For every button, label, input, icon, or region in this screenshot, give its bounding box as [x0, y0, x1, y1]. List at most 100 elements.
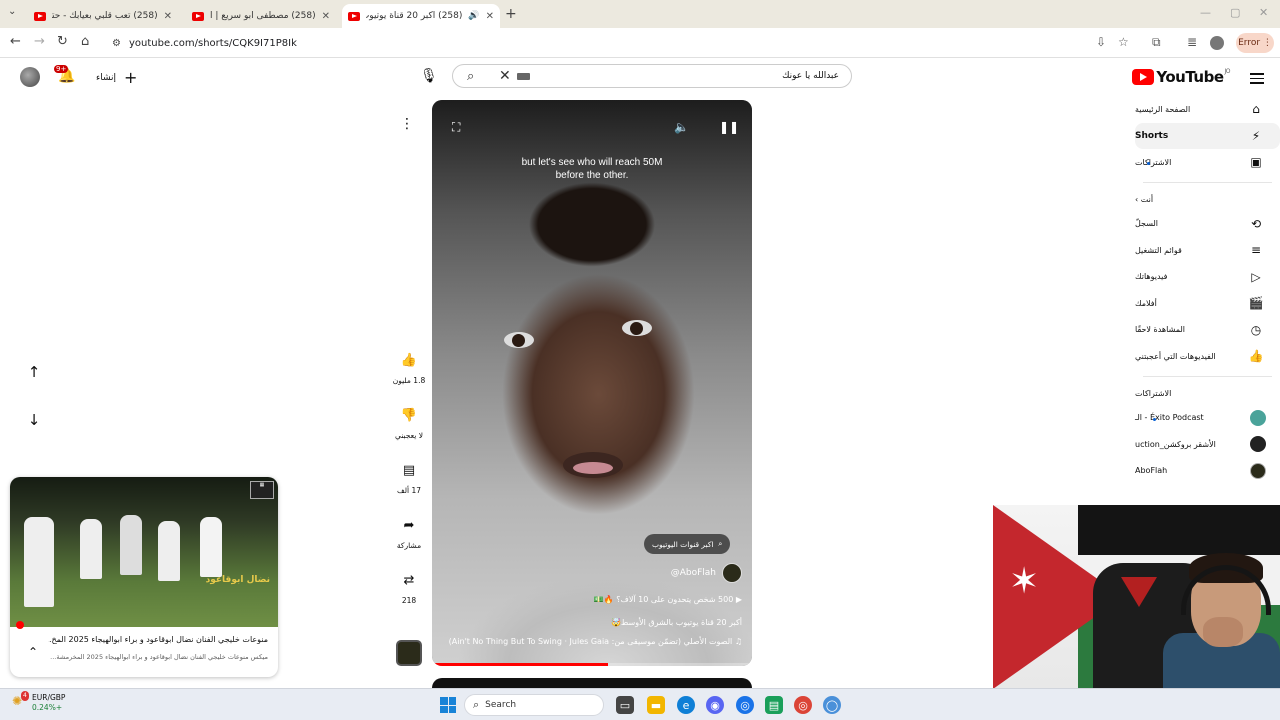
voice-search-icon[interactable]: 🎙 [420, 68, 438, 84]
back-icon[interactable]: ← [10, 34, 21, 49]
dislike-button[interactable]: 👎 لا يعجبني [390, 401, 428, 441]
sidebar-item-history[interactable]: ⟲ السجلّ [1135, 211, 1280, 238]
media-controls-icon[interactable]: ≣ [1187, 35, 1197, 49]
sidebar-item-shorts[interactable]: ⚡ Shorts [1135, 122, 1280, 149]
miniplayer-subtitle: ميكس منوعات خليجي الفنان نضال ابوقاعود و… [50, 653, 268, 661]
clear-search-icon[interactable]: ✕ [499, 68, 511, 84]
tab-3-active[interactable]: (258) أكبر 20 قناة يوتيوب بال 🔊 ✕ [342, 4, 500, 28]
chrome-icon[interactable]: ◎ [736, 696, 754, 714]
subscription-label: Éxito Podcast - الـ [1135, 413, 1204, 423]
tab-2[interactable]: (258) مصطفى أبو سريع | أغنية ✕ [186, 4, 336, 28]
ticker-widget[interactable]: ✺ 4 EUR/GBP 0.24%+ [12, 691, 65, 713]
new-tab-icon[interactable]: + [505, 6, 517, 22]
maximize-icon[interactable]: ▢ [1230, 6, 1240, 19]
chrome-profile-icon[interactable]: ◎ [794, 696, 812, 714]
miniplayer-title[interactable]: منوعات خليجي الفنان نضال ابوقاعود و براء… [48, 635, 268, 644]
install-app-icon[interactable]: ⇩ [1096, 35, 1106, 49]
search-box[interactable]: ⌕ ✕ عبدالله يا عونك [452, 64, 852, 88]
sidebar-item-liked-videos[interactable]: 👍 الفيديوهات التي أعجبتني [1135, 343, 1280, 370]
search-icon: ⌕ [473, 698, 480, 711]
logo-text: YouTube [1156, 68, 1224, 86]
you-section-header[interactable]: أنت › [1135, 189, 1280, 211]
channel-avatar[interactable] [722, 563, 742, 583]
share-button[interactable]: ➦ مشاركة [390, 511, 428, 551]
sidebar-item-subscriptions[interactable]: ▣ الاشتراكات [1135, 149, 1280, 176]
edge-icon[interactable]: e [677, 696, 695, 714]
extensions-icon[interactable]: ⧉ [1152, 35, 1161, 50]
sidebar: ⌂ الصفحة الرئيسية ⚡ Shorts ▣ الاشتراكات … [1135, 96, 1280, 484]
dislike-label: لا يعجبني [395, 431, 423, 440]
bookmark-star-icon[interactable]: ☆ [1118, 35, 1129, 49]
shorts-player[interactable]: but let's see who will reach 50M before … [432, 100, 752, 666]
channel-avatar [1250, 409, 1266, 426]
search-input[interactable]: عبدالله يا عونك [782, 71, 839, 81]
account-avatar[interactable] [20, 67, 40, 87]
like-button[interactable]: 👍 1.8 مليون [390, 346, 428, 386]
tab-1[interactable]: (258) تعب قلبي بعيابك - حتى ال ✕ [28, 4, 178, 28]
search-icon[interactable]: ⌕ [467, 69, 474, 84]
subscription-label: AboFlah [1135, 466, 1168, 476]
discord-icon[interactable]: ◉ [706, 696, 724, 714]
expand-chevron-icon[interactable]: ⌃ [28, 645, 38, 659]
address-bar: ← → ↻ ⌂ ⚙ youtube.com/shorts/CQK9I71P8Ik… [0, 28, 1280, 58]
subscription-item[interactable]: الأشقر بروكشن_uction [1135, 431, 1280, 458]
audio-playing-icon[interactable]: 🔊 [468, 11, 479, 21]
notifications-button[interactable]: 🔔 9+ [54, 65, 75, 84]
sidebar-item-home[interactable]: ⌂ الصفحة الرئيسية [1135, 96, 1280, 123]
volume-icon[interactable]: 🔈 [674, 120, 689, 134]
store-icon[interactable]: ▤ [765, 696, 783, 714]
comments-button[interactable]: ▤ 17 ألف [390, 456, 428, 496]
close-window-icon[interactable]: ✕ [1259, 6, 1268, 19]
previous-short-button[interactable]: ↑ [20, 358, 48, 386]
description-title[interactable]: أكبر 20 قناة يوتيوب بالشرق الأوسط🤯 [611, 618, 742, 627]
youtube-logo[interactable]: YouTube JO [1132, 68, 1230, 86]
sound-line[interactable]: ♫ الصوت الأصلي (تضمّن موسيقى من: Ain't N… [449, 637, 742, 646]
subscription-item[interactable]: Éxito Podcast - الـ [1135, 405, 1280, 432]
miniplayer-thumbnail[interactable]: ▦ نضال ابوقاعود [10, 477, 278, 627]
start-button[interactable] [440, 697, 456, 713]
task-view-icon[interactable]: ▭ [616, 696, 634, 714]
taskbar-search[interactable]: ⌕ Search [464, 694, 604, 716]
pause-icon[interactable]: ❚❚ [719, 120, 739, 134]
next-short-button[interactable]: ↓ [20, 406, 48, 434]
close-tab-icon[interactable]: ✕ [322, 11, 330, 22]
close-tab-icon[interactable]: ✕ [486, 11, 494, 22]
thumbnail-detail [158, 521, 180, 581]
url-field[interactable]: ⚙ youtube.com/shorts/CQK9I71P8Ik [104, 32, 1144, 54]
sidebar-item-playlists[interactable]: ≡ قوائم التشغيل [1135, 237, 1280, 264]
sidebar-item-label: الصفحة الرئيسية [1135, 104, 1191, 114]
progress-bar[interactable] [432, 663, 752, 666]
file-explorer-icon[interactable]: ▬ [647, 696, 665, 714]
profile-avatar-icon[interactable] [1210, 36, 1224, 50]
chevron-icon: › [1135, 195, 1139, 204]
channel-handle[interactable]: @AboFlah [671, 568, 716, 578]
more-options-icon[interactable]: ⋮ [400, 116, 414, 132]
sidebar-item-movies[interactable]: 🎬 أفلامك [1135, 290, 1280, 317]
keyboard-icon[interactable] [517, 72, 530, 80]
reload-icon[interactable]: ↻ [57, 34, 68, 49]
search-suggestion-chip[interactable]: ⌕ اكبر قنوات اليوتيوب [644, 534, 731, 554]
app-icon[interactable]: ◯ [823, 696, 841, 714]
fullscreen-icon[interactable]: ⛶ [452, 120, 460, 135]
channel-info[interactable]: @AboFlah [671, 563, 742, 583]
create-button[interactable]: إنشاء + [96, 68, 137, 87]
sidebar-item-watch-later[interactable]: ◷ المشاهدة لاحقًا [1135, 317, 1280, 344]
chip-label: اكبر قنوات اليوتيوب [652, 539, 714, 549]
sidebar-item-label: المشاهدة لاحقًا [1135, 325, 1186, 335]
subscription-item[interactable]: AboFlah [1135, 458, 1280, 485]
remix-button[interactable]: ⇄ 218 [390, 566, 428, 606]
sidebar-item-your-videos[interactable]: ▷ فيديوهاتك [1135, 264, 1280, 291]
sound-thumbnail[interactable] [396, 640, 422, 666]
close-tab-icon[interactable]: ✕ [164, 11, 172, 22]
history-icon: ⟲ [1250, 216, 1262, 231]
subscriptions-section-header: الاشتراكات [1135, 383, 1280, 405]
browser-tab-bar: ⌄ (258) تعب قلبي بعيابك - حتى ال ✕ (258)… [0, 0, 1280, 28]
tab-list-icon[interactable]: ⌄ [8, 6, 16, 17]
miniplayer[interactable]: ▦ نضال ابوقاعود منوعات خليجي الفنان نضال… [10, 477, 278, 677]
error-button[interactable]: Error ⋮ [1236, 33, 1274, 53]
home-icon[interactable]: ⌂ [81, 34, 89, 49]
minimize-icon[interactable]: — [1200, 6, 1211, 19]
site-info-icon[interactable]: ⚙ [112, 38, 121, 49]
menu-icon[interactable] [1250, 70, 1264, 87]
forward-icon[interactable]: → [34, 34, 45, 49]
